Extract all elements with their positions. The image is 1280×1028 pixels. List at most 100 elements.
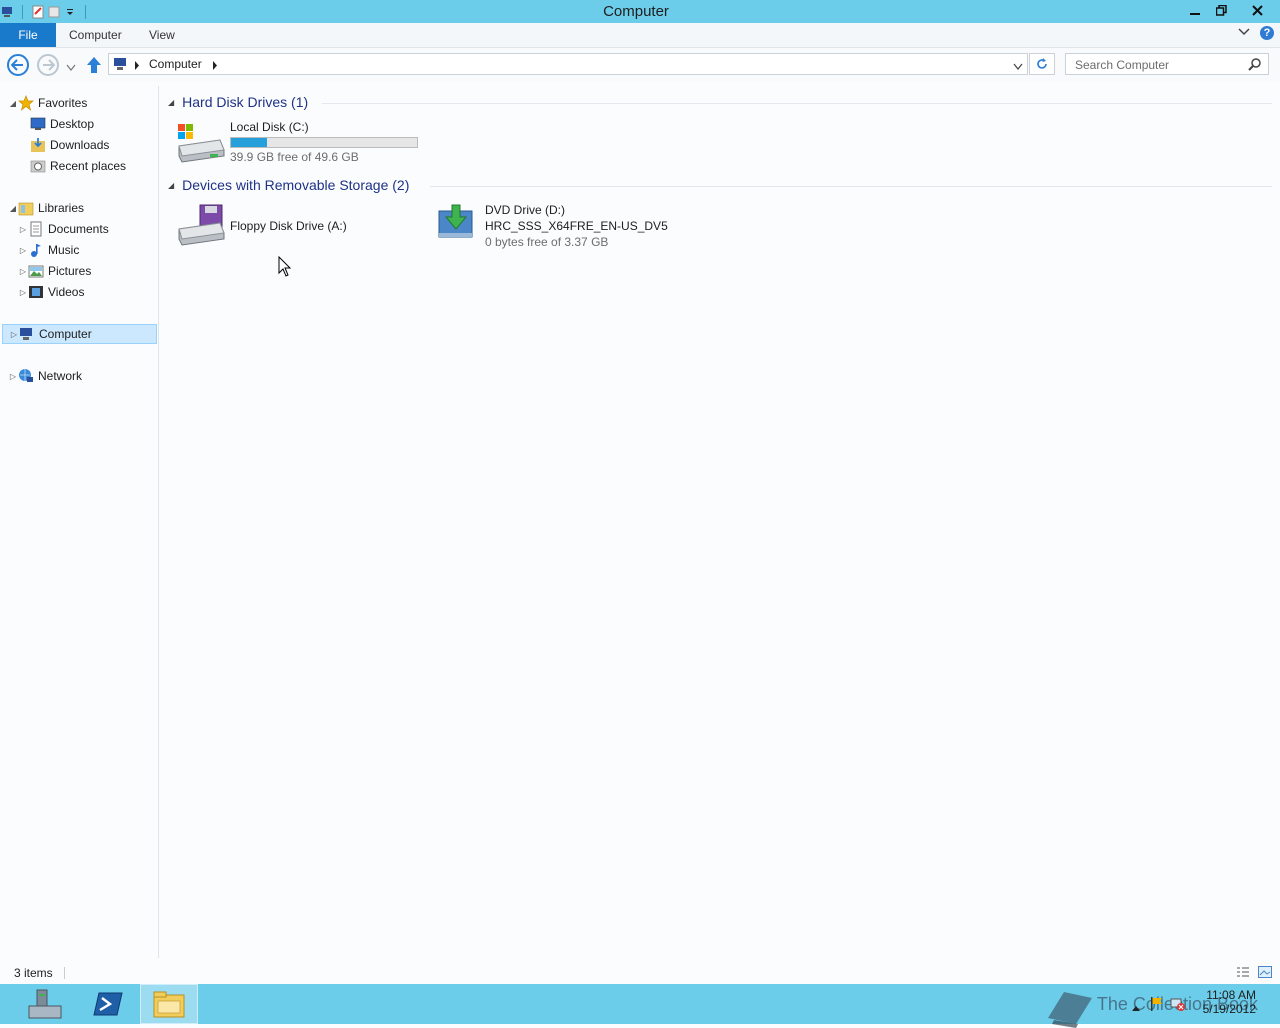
tab-file[interactable]: File [0,23,56,47]
restore-button[interactable] [1208,0,1235,21]
hard-drive-icon [176,120,226,164]
computer-icon [19,326,35,342]
refresh-button[interactable] [1029,53,1055,75]
expand-ribbon-icon[interactable] [1238,26,1250,40]
powershell-icon [93,992,123,1016]
tree-item-recent-places[interactable]: Recent places [30,156,126,176]
tree-label: Music [48,243,80,257]
close-button[interactable] [1235,0,1280,21]
forward-arrow-icon [43,59,55,71]
expand-arrow-icon[interactable]: ▷ [18,225,28,234]
chevron-down-icon [66,64,76,71]
show-hidden-icons-icon[interactable] [1132,1000,1140,1014]
minimize-button[interactable] [1181,0,1208,21]
tree-network[interactable]: ▷ Network [8,366,82,386]
tree-label: Desktop [50,117,95,131]
mouse-cursor-icon [278,255,292,281]
breadcrumb-computer[interactable]: Computer [149,57,202,71]
action-center-flag-icon[interactable] [1150,996,1164,1015]
breadcrumb-separator-icon[interactable] [134,59,140,73]
tree-label: Documents [48,222,109,236]
large-icons-view-icon[interactable] [1258,966,1272,981]
group-divider [322,103,1272,104]
drive-name: Local Disk (C:) [230,120,309,134]
clock-time: 11:08 AM [1206,988,1256,1002]
book-logo-icon [1048,992,1092,1028]
address-history-dropdown[interactable] [1013,60,1023,74]
search-icon[interactable] [1248,57,1262,74]
search-box[interactable] [1065,53,1269,75]
breadcrumb-separator-icon[interactable] [212,59,218,73]
title-bar: Computer [0,0,1280,23]
group-title: Devices with Removable Storage (2) [182,177,410,193]
recent-locations-dropdown[interactable] [66,61,76,75]
group-divider [430,186,1272,187]
tree-libraries[interactable]: ◢ Libraries [8,198,84,218]
disk-usage-fill [231,138,268,147]
status-bar: 3 items [0,962,1280,984]
tree-item-desktop[interactable]: Desktop [30,114,94,134]
tree-label: Pictures [48,264,92,278]
expand-arrow-icon[interactable]: ▷ [8,372,18,381]
details-view-icon[interactable] [1236,966,1250,981]
tree-item-videos[interactable]: ▷ Videos [18,282,85,302]
tree-favorites[interactable]: ◢ Favorites [8,93,87,113]
expand-arrow-icon[interactable]: ▷ [18,246,28,255]
tree-item-documents[interactable]: ▷ Documents [18,219,109,239]
collapse-group-icon[interactable]: ◢ [168,98,174,107]
collapse-arrow-icon[interactable]: ◢ [8,204,18,213]
drive-free-space: 0 bytes free of 3.37 GB [485,235,609,249]
dvd-drive-icon [436,203,476,247]
group-header-hard-disk-drives[interactable]: ◢ Hard Disk Drives (1) [168,94,308,110]
forward-button[interactable] [37,54,59,76]
collapse-arrow-icon[interactable]: ◢ [8,99,18,108]
address-bar[interactable]: Computer [108,53,1028,75]
window-title: Computer [603,3,669,20]
file-explorer-icon [153,991,185,1018]
videos-icon [28,284,44,300]
group-header-removable-storage[interactable]: ◢ Devices with Removable Storage (2) [168,177,409,193]
taskbar-file-explorer[interactable] [140,984,198,1024]
taskbar-server-manager[interactable] [16,984,74,1024]
expand-arrow-icon[interactable]: ▷ [18,288,28,297]
network-status-icon[interactable] [1170,996,1186,1015]
drive-dvd-d[interactable]: DVD Drive (D:) HRC_SSS_X64FRE_EN-US_DV5 … [436,203,668,249]
tree-label: Downloads [50,138,110,152]
clock-date: 5/19/2012 [1202,1002,1256,1016]
watermark [1044,988,1100,1028]
tree-label: Recent places [50,159,127,173]
close-icon [1252,5,1263,16]
drive-floppy-a[interactable]: Floppy Disk Drive (A:) [176,203,347,247]
system-clock[interactable]: 11:08 AM 5/19/2012 [1203,988,1256,1016]
back-button[interactable] [7,54,29,76]
up-arrow-icon [87,57,101,73]
restore-icon [1216,5,1227,16]
taskbar-powershell[interactable] [79,984,137,1024]
tree-label: Libraries [38,201,85,215]
tree-item-downloads[interactable]: Downloads [30,135,109,155]
floppy-drive-icon [176,203,226,247]
collapse-group-icon[interactable]: ◢ [168,181,174,190]
drive-free-space: 39.9 GB free of 49.6 GB [230,150,359,164]
star-icon [18,95,34,111]
network-icon [18,368,34,384]
recent-places-icon [30,158,46,174]
tab-computer[interactable]: Computer [69,23,122,47]
expand-arrow-icon[interactable]: ▷ [18,267,28,276]
tree-item-music[interactable]: ▷ Music [18,240,79,260]
tree-label: Favorites [38,96,88,110]
drive-local-disk-c[interactable]: Local Disk (C:) 39.9 GB free of 49.6 GB [176,120,418,164]
expand-arrow-icon[interactable]: ▷ [9,330,19,339]
libraries-icon [18,200,34,216]
help-icon[interactable]: ? [1260,26,1274,40]
tree-label: Videos [48,285,85,299]
tree-item-pictures[interactable]: ▷ Pictures [18,261,91,281]
tree-computer[interactable]: ▷ Computer [2,324,157,344]
documents-icon [28,221,44,237]
drive-name: Floppy Disk Drive (A:) [230,219,347,233]
search-input[interactable] [1073,55,1247,75]
tab-view[interactable]: View [149,23,175,47]
up-button[interactable] [86,56,102,77]
taskbar: The Collection Book 11:08 AM 5/19/2012 [0,984,1280,1028]
chevron-down-icon [1013,63,1023,70]
